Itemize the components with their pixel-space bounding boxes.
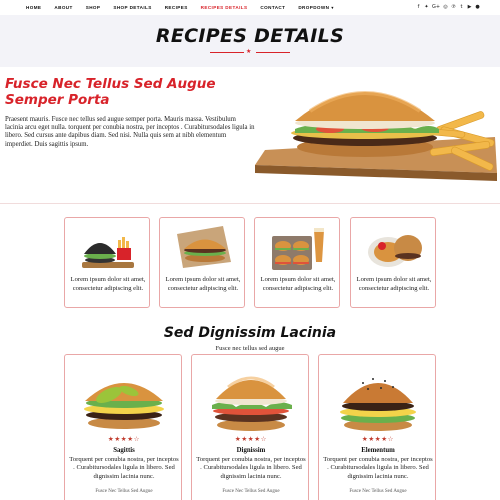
recipe-footer: Fusce Nec Tellus Sed Augue (349, 489, 407, 494)
divider-line-right (256, 52, 290, 53)
recipe-thumb-card[interactable]: Lorem ipsum dolor sit amet, consectetur … (254, 217, 340, 308)
pinterest-icon[interactable]: ℗ (451, 4, 456, 11)
nav-about[interactable]: ABOUT (54, 5, 72, 10)
nav-home[interactable]: HOME (26, 5, 41, 10)
chevron-down-icon: ▾ (331, 5, 334, 10)
nav-shop[interactable]: SHOP (86, 5, 101, 10)
recipe-name: Sagittis (113, 447, 135, 454)
sliders-tray-image (268, 222, 328, 272)
nav-recipes-details[interactable]: RECIPES DETAILS (201, 5, 248, 10)
nav-dropdown[interactable]: DROPDOWN ▾ (298, 5, 333, 10)
facebook-icon[interactable]: f (416, 4, 421, 11)
star-icon: ★ (246, 48, 252, 55)
recipe-card[interactable]: ★★★★☆ Elementum Torquent per conubia nos… (318, 354, 436, 500)
burger-ketchup-image (364, 222, 424, 272)
recipe-thumb-caption: Lorem ipsum dolor sit amet, consectetur … (70, 276, 146, 292)
recipe-footer: Fusce Nec Tellus Sed Augue (95, 489, 153, 494)
top-navbar: HOME ABOUT SHOP SHOP DETAILS RECIPES REC… (0, 0, 500, 15)
recipe-name: Elementum (361, 447, 395, 454)
burger-on-paper-image (173, 222, 233, 272)
recipe-card[interactable]: ★★★★☆ Dignissim Torquent per conubia nos… (191, 354, 309, 500)
burger-jalapeno-image (79, 361, 169, 433)
burger-sesame-image (333, 361, 423, 433)
instagram-icon[interactable]: ◎ (443, 4, 448, 11)
twitter-icon[interactable]: ✦ (424, 4, 429, 11)
burger-classic-image (206, 361, 296, 433)
page-title: RECIPES DETAILS (155, 25, 345, 47)
recipe-description: Torquent per conubia nostra, per incepto… (196, 456, 306, 480)
user-icon[interactable]: ● (475, 4, 480, 11)
tumblr-icon[interactable]: t (459, 4, 464, 11)
nav-dropdown-label: DROPDOWN (298, 5, 330, 10)
nav-recipes[interactable]: RECIPES (165, 5, 188, 10)
recipe-footer: Fusce Nec Tellus Sed Augue (222, 489, 280, 494)
recipe-thumbs-row: Lorem ipsum dolor sit amet, consectetur … (64, 217, 436, 308)
nav-shop-details[interactable]: SHOP DETAILS (113, 5, 151, 10)
recipe-thumb-card[interactable]: Lorem ipsum dolor sit amet, consectetur … (159, 217, 245, 308)
section-subtitle: Fusce nec tellus sed augue (215, 345, 285, 352)
hero-burger-image (255, 75, 500, 195)
recipe-name: Dignissim (236, 447, 266, 454)
recipe-description: Torquent per conubia nostra, per incepto… (69, 456, 179, 480)
section-divider (0, 203, 500, 204)
section-title: Sed Dignissim Lacinia (163, 325, 337, 341)
title-divider: ★ (210, 48, 290, 55)
recipe-card[interactable]: ★★★★☆ Sagittis Torquent per conubia nost… (64, 354, 182, 500)
intro-paragraph: Praesent mauris. Fusce nec tellus sed au… (5, 116, 255, 148)
rating-stars: ★★★★☆ (234, 435, 268, 443)
google-plus-icon[interactable]: G+ (432, 4, 440, 11)
burger-fries-image (78, 222, 138, 272)
recipe-thumb-caption: Lorem ipsum dolor sit amet, consectetur … (356, 276, 432, 292)
recipe-thumb-caption: Lorem ipsum dolor sit amet, consectetur … (165, 276, 241, 292)
rating-stars: ★★★★☆ (361, 435, 395, 443)
divider-line-left (210, 52, 244, 53)
recipe-thumb-card[interactable]: Lorem ipsum dolor sit amet, consectetur … (64, 217, 150, 308)
rating-stars: ★★★★☆ (107, 435, 141, 443)
social-links: f ✦ G+ ◎ ℗ t ▶ ● (416, 4, 480, 11)
intro-heading: Fusce Nec Tellus Sed Augue Semper Porta (5, 76, 216, 108)
youtube-icon[interactable]: ▶ (467, 4, 472, 11)
main-nav: HOME ABOUT SHOP SHOP DETAILS RECIPES REC… (26, 5, 347, 10)
nav-contact[interactable]: CONTACT (260, 5, 285, 10)
recipe-thumb-card[interactable]: Lorem ipsum dolor sit amet, consectetur … (350, 217, 436, 308)
recipe-description: Torquent per conubia nostra, per incepto… (323, 456, 433, 480)
recipe-thumb-caption: Lorem ipsum dolor sit amet, consectetur … (260, 276, 336, 292)
